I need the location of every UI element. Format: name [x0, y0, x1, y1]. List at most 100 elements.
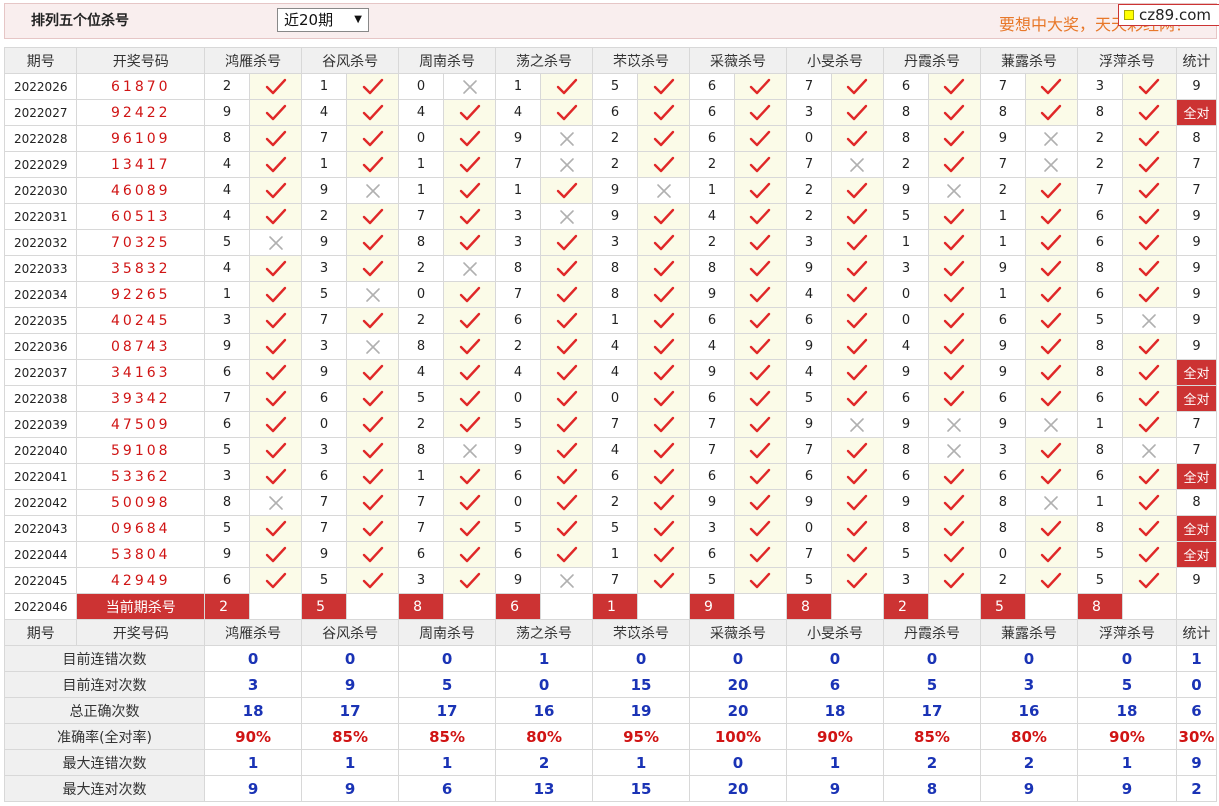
check-icon	[362, 546, 383, 562]
summary-stat: 9	[1176, 749, 1217, 776]
kill-number: 7	[689, 437, 735, 464]
check-icon	[1139, 364, 1160, 380]
kill-number: 7	[301, 125, 348, 152]
kill-number: 6	[495, 541, 541, 568]
hit-mark	[539, 489, 594, 516]
check-icon	[1139, 234, 1160, 250]
draw-number: 60513	[76, 203, 206, 230]
check-icon	[1041, 182, 1062, 198]
kill-number: 1	[301, 151, 348, 178]
summary-value: 0	[689, 749, 788, 776]
hit-mark	[1121, 281, 1178, 308]
col-expert: 小旻杀号	[786, 619, 884, 646]
cross-icon	[462, 443, 477, 458]
kill-number: 3	[301, 333, 348, 360]
draw-number: 40245	[76, 307, 206, 334]
kill-number: 1	[979, 203, 1026, 230]
check-icon	[1139, 468, 1160, 484]
kill-number: 2	[979, 567, 1026, 594]
miss-mark	[1121, 437, 1178, 464]
kill-number: 5	[204, 437, 251, 464]
kill-number: 5	[786, 385, 832, 412]
stat-cell: 9	[1176, 567, 1217, 594]
summary-value: 0	[495, 671, 594, 698]
hit-mark	[442, 203, 497, 230]
check-icon	[750, 260, 771, 276]
kill-number: 9	[495, 125, 541, 152]
hit-mark	[346, 541, 400, 568]
kill-number: 2	[786, 203, 832, 230]
check-icon	[847, 442, 868, 458]
period-cell: 2022040	[3, 437, 78, 464]
check-icon	[459, 390, 480, 406]
check-icon	[750, 364, 771, 380]
draw-number: 35832	[76, 255, 206, 282]
check-icon	[556, 182, 577, 198]
hit-mark	[249, 359, 303, 386]
check-icon	[653, 78, 674, 94]
summary-value: 0	[786, 645, 884, 672]
kill-number: 9	[979, 125, 1026, 152]
hit-mark	[442, 99, 497, 126]
kill-number: 7	[398, 203, 444, 230]
hit-mark	[1121, 151, 1178, 178]
miss-mark	[927, 177, 981, 204]
site-logo[interactable]: cz89.com	[1118, 4, 1219, 26]
hit-mark	[927, 333, 981, 360]
hit-mark	[830, 99, 885, 126]
hit-mark	[1024, 177, 1078, 204]
hit-mark	[249, 203, 303, 230]
summary-value: 0	[979, 645, 1078, 672]
draw-number: 53804	[76, 541, 206, 568]
hit-mark	[249, 255, 303, 282]
summary-value: 9	[786, 775, 884, 802]
hit-mark	[927, 125, 981, 152]
period-range-select[interactable]: 近20期 ▼	[277, 8, 369, 32]
kill-number: 7	[398, 489, 444, 516]
period-cell: 2022037	[3, 359, 78, 386]
draw-number: 96109	[76, 125, 206, 152]
col-expert: 蒹露杀号	[979, 619, 1078, 646]
summary-value: 85%	[398, 723, 497, 750]
check-icon	[459, 572, 480, 588]
check-icon	[653, 156, 674, 172]
summary-value: 6	[398, 775, 497, 802]
kill-number: 3	[398, 567, 444, 594]
check-icon	[847, 208, 868, 224]
check-icon	[1139, 286, 1160, 302]
check-icon	[459, 208, 480, 224]
check-icon	[459, 520, 480, 536]
hit-mark	[249, 411, 303, 438]
kill-number: 8	[979, 99, 1026, 126]
summary-label: 准确率(全对率)	[3, 723, 206, 750]
summary-value: 1	[786, 749, 884, 776]
kill-number: 5	[204, 229, 251, 256]
check-icon	[1139, 78, 1160, 94]
stat-cell: 全对	[1176, 385, 1217, 412]
kill-number: 9	[883, 411, 929, 438]
summary-value: 0	[398, 645, 497, 672]
check-icon	[750, 234, 771, 250]
check-icon	[847, 312, 868, 328]
summary-value: 9	[301, 671, 400, 698]
kill-number: 5	[883, 203, 929, 230]
check-icon	[750, 338, 771, 354]
hit-mark	[636, 333, 691, 360]
kill-number: 7	[979, 151, 1026, 178]
hit-mark	[830, 359, 885, 386]
summary-value: 3	[204, 671, 303, 698]
hit-mark	[927, 99, 981, 126]
hit-mark	[830, 437, 885, 464]
kill-number: 4	[398, 359, 444, 386]
check-icon	[362, 572, 383, 588]
kill-number: 8	[883, 437, 929, 464]
current-kill-blank	[1024, 593, 1078, 620]
hit-mark	[249, 385, 303, 412]
summary-value: 16	[495, 697, 594, 724]
check-icon	[556, 390, 577, 406]
table-row: 2022039 47509 6 0 2 5 7 7 9 9 9 1 7	[3, 411, 1217, 438]
check-icon	[1041, 364, 1062, 380]
hit-mark	[539, 359, 594, 386]
kill-number: 9	[592, 177, 638, 204]
check-icon	[1041, 260, 1062, 276]
